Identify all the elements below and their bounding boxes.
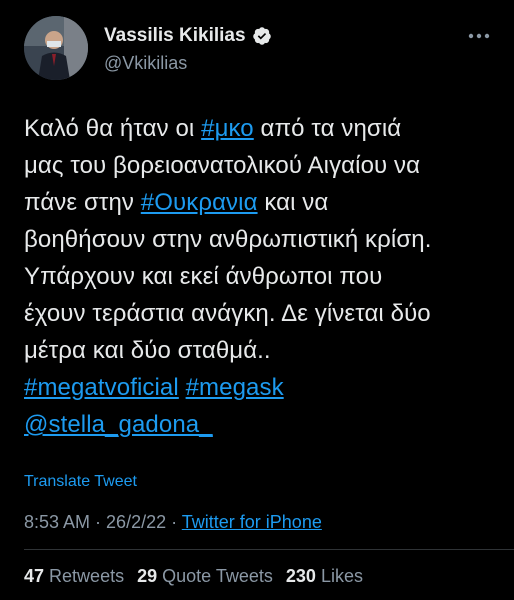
likes-label: Likes [320,566,363,586]
tweet-text: Καλό θα ήταν οι #μκο από τα νησιά μας του… [24,110,498,443]
likes-stat[interactable]: 230 Likes [286,566,363,586]
display-name[interactable]: Vassilis Kikilias [104,24,246,48]
quote-tweets-label: Quote Tweets [162,566,273,586]
meta-separator: · [166,512,182,532]
quote-tweets-stat[interactable]: 29 Quote Tweets [137,566,273,586]
tweet-line: @stella_gadona_ [24,406,498,443]
tweet-line: μέτρα και δύο σταθμά.. [24,332,498,369]
tweet-text-segment: Υπάρχουν και εκεί άνθρωποι που [24,263,383,290]
tweet-text-segment: και να [257,189,329,216]
tweet-line: Υπάρχουν και εκεί άνθρωποι που [24,258,498,295]
verified-badge-icon [252,27,271,45]
tweet-date[interactable]: 26/2/22 [106,512,166,532]
engagement-stats: 47 Retweets 29 Quote Tweets 230 Likes [24,564,363,588]
tweet-text-segment: πάνε στην [24,189,141,216]
more-options-icon[interactable] [464,26,494,46]
divider [24,549,514,550]
tweet-text-segment: έχουν τεράστια ανάγκη. Δε γίνεται δύο [24,300,431,327]
hashtag-link[interactable]: #megatvoficial [24,374,179,401]
tweet-text-segment: Καλό θα ήταν οι [24,115,202,142]
tweet-time[interactable]: 8:53 AM [24,512,90,532]
mention-link[interactable]: @stella_gadona_ [24,411,213,438]
avatar-photo [24,16,88,80]
likes-count: 230 [285,566,316,586]
tweet-text-segment: βοηθήσουν στην ανθρωπιστική κρίση. [24,226,432,253]
tweet-header: Vassilis Kikilias @Vkikilias [24,14,494,82]
tweet-line: πάνε στην #Ουκρανια και να [24,184,498,221]
tweet-line: έχουν τεράστια ανάγκη. Δε γίνεται δύο [24,295,498,332]
tweet-line: μας του βορειοανατολικού Αιγαίου να [24,147,498,184]
tweet-text-segment: από τα νησιά [253,115,402,142]
quote-tweets-count: 29 [137,566,158,586]
tweet-source-link[interactable]: Twitter for iPhone [182,512,322,532]
tweet-text-segment: μέτρα και δύο σταθμά.. [24,337,271,364]
user-handle[interactable]: @Vkikilias [104,50,272,76]
tweet-line: Καλό θα ήταν οι #μκο από τα νησιά [24,110,498,147]
tweet-line: βοηθήσουν στην ανθρωπιστική κρίση. [24,221,498,258]
tweet-meta: 8:53 AM · 26/2/22 · Twitter for iPhone [24,510,322,534]
retweets-label: Retweets [49,566,125,586]
retweets-count: 47 [24,566,45,586]
hashtag-link[interactable]: #μκο [201,115,254,142]
hashtag-link[interactable]: #Ουκρανια [141,189,258,216]
hashtag-link[interactable]: #megask [186,374,284,401]
avatar[interactable] [24,16,88,80]
tweet-text-segment: μας του βορειοανατολικού Αιγαίου να [24,152,421,179]
meta-separator: · [90,512,107,532]
retweets-stat[interactable]: 47 Retweets [24,566,124,586]
translate-tweet-link[interactable]: Translate Tweet [24,472,137,492]
tweet-line: #megatvoficial #megask [24,369,498,406]
tweet-text-segment [179,374,186,401]
